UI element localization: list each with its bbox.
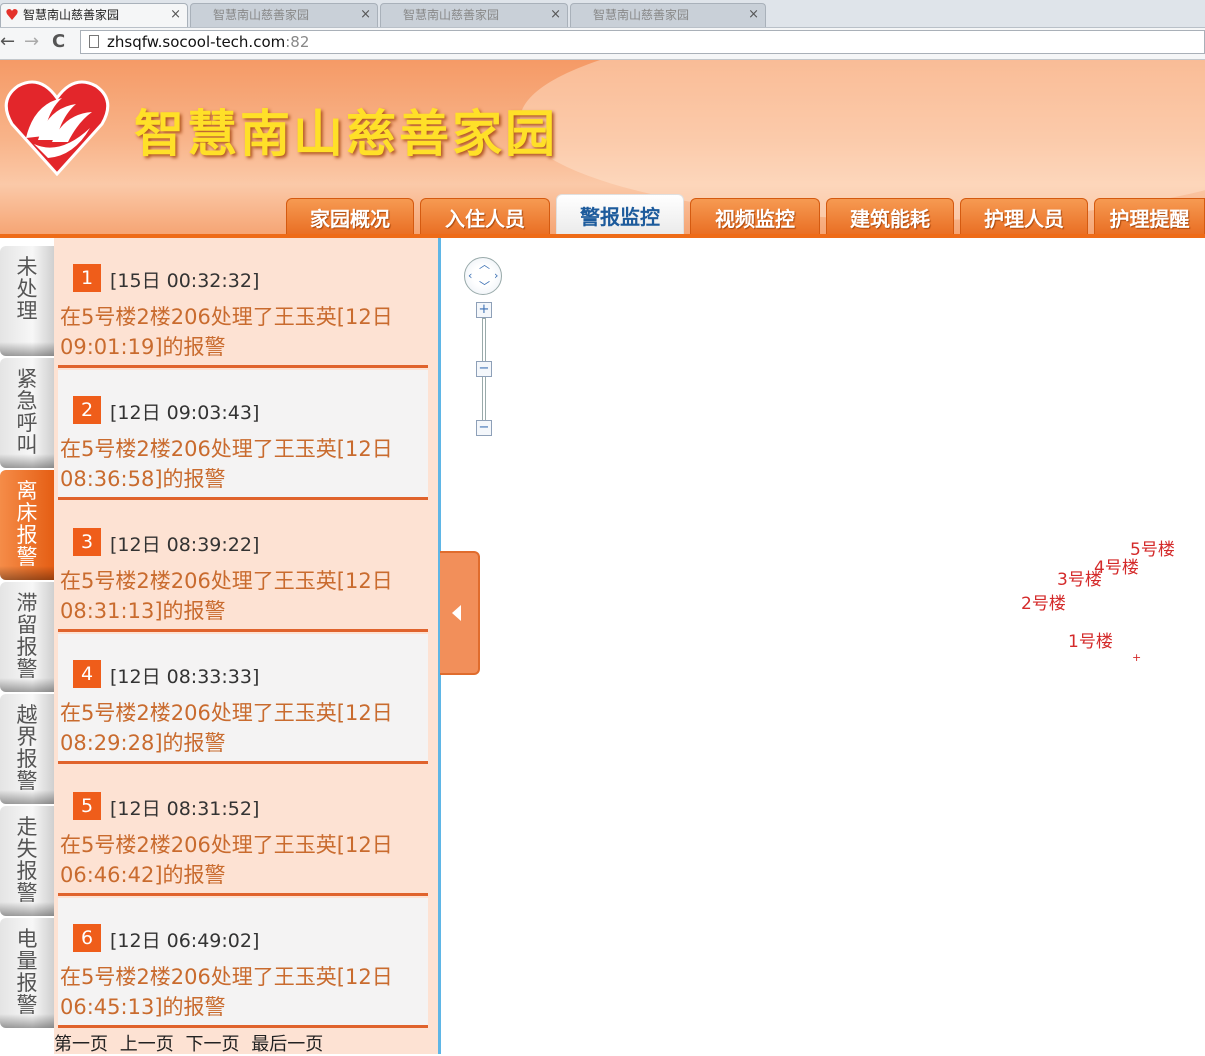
browser-tab-strip: 智慧南山慈善家园 × 智慧南山慈善家园 × 智慧南山慈善家园 × 智慧南山慈善家… (0, 0, 1205, 28)
category-label: 电量报警 (16, 927, 38, 1017)
close-tab-icon[interactable]: × (748, 4, 759, 26)
alarm-description: 在5号楼2楼206处理了王玉英[12日08:36:58]的报警 (60, 437, 393, 491)
zoom-slider-handle[interactable]: − (476, 361, 492, 377)
forward-arrow-icon[interactable]: → (24, 31, 39, 53)
nav-tab-building-energy[interactable]: 建筑能耗 (826, 198, 954, 238)
nav-tab-residents[interactable]: 入住人员 (420, 198, 550, 238)
category-label: 走失报警 (16, 815, 38, 905)
pan-left-icon[interactable]: ‹ (468, 270, 472, 281)
site-title: 智慧南山慈善家园 (134, 104, 558, 163)
alarm-time: [12日 08:33:33] (110, 666, 260, 688)
category-bed-exit-alarm[interactable]: 离床报警 (0, 470, 54, 580)
alarm-number-badge: 1 (73, 264, 101, 292)
alarm-description: 在5号楼2楼206处理了王玉英[12日08:31:13]的报警 (60, 569, 393, 623)
address-bar[interactable]: zhsqfw.socool-tech.com:82 (80, 30, 1205, 54)
pager-next-link[interactable]: 下一页 (185, 1034, 239, 1055)
alarm-description: 在5号楼2楼206处理了王玉英[12日08:29:28]的报警 (60, 701, 393, 755)
map-marker-icon[interactable]: + (1132, 651, 1141, 664)
alarm-description: 在5号楼2楼206处理了王玉英[12日06:45:13]的报警 (60, 965, 393, 1019)
building-1-label[interactable]: 1号楼 (1068, 627, 1113, 652)
category-label: 滞留报警 (16, 591, 38, 681)
alarm-item[interactable]: 5 [12日 08:31:52] 在5号楼2楼206处理了王玉英[12日06:4… (58, 766, 428, 896)
browser-tab-active[interactable]: 智慧南山慈善家园 × (0, 3, 188, 27)
pan-right-icon[interactable]: › (494, 270, 498, 281)
browser-tab[interactable]: 智慧南山慈善家园 × (190, 3, 378, 27)
zoom-in-button[interactable]: + (476, 302, 492, 318)
close-tab-icon[interactable]: × (360, 4, 371, 26)
pager-last-link[interactable]: 最后一页 (251, 1034, 323, 1055)
alarm-item[interactable]: 3 [12日 08:39:22] 在5号楼2楼206处理了王玉英[12日08:3… (58, 502, 428, 632)
alarm-item[interactable]: 1 [15日 00:32:32] 在5号楼2楼206处理了王玉英[12日09:0… (58, 238, 428, 368)
pager-first-link[interactable]: 第一页 (54, 1034, 108, 1055)
browser-tab-title: 智慧南山慈善家园 (213, 8, 310, 22)
alarm-time: [12日 09:03:43] (110, 402, 260, 424)
category-boundary-alarm[interactable]: 越界报警 (0, 694, 54, 804)
alarm-number-badge: 3 (73, 528, 101, 556)
category-label: 紧急呼叫 (16, 367, 38, 457)
alarm-time: [12日 08:39:22] (110, 534, 260, 556)
close-tab-icon[interactable]: × (550, 4, 561, 26)
page-icon (89, 35, 99, 48)
category-label: 离床报警 (16, 479, 38, 569)
category-battery-alarm[interactable]: 电量报警 (0, 918, 54, 1028)
alarm-number-badge: 6 (73, 924, 101, 952)
alarm-time: [12日 06:49:02] (110, 930, 260, 952)
alarm-number-badge: 4 (73, 660, 101, 688)
alarm-category-tabs: 未处理 紧急呼叫 离床报警 滞留报警 越界报警 走失报警 电量报警 (0, 238, 54, 1054)
zoom-out-button[interactable]: − (476, 420, 492, 436)
browser-tab[interactable]: 智慧南山慈善家园 × (570, 3, 766, 27)
nav-tab-care-reminders[interactable]: 护理提醒 (1094, 198, 1205, 238)
nav-tab-video-monitoring[interactable]: 视频监控 (690, 198, 820, 238)
category-wander-alarm[interactable]: 走失报警 (0, 806, 54, 916)
alarm-time: [15日 00:32:32] (110, 270, 260, 292)
category-stay-alarm[interactable]: 滞留报警 (0, 582, 54, 692)
alarm-item[interactable]: 4 [12日 08:33:33] 在5号楼2楼206处理了王玉英[12日08:2… (58, 634, 428, 764)
category-unprocessed[interactable]: 未处理 (0, 246, 54, 356)
map-area[interactable]: ︿ ﹀ ‹ › + − − 5号楼 4号楼 3号楼 2号楼 1号楼 + (441, 238, 1205, 1054)
url-host: zhsqfw.socool-tech.com (107, 33, 286, 51)
charity-heart-logo-icon (4, 80, 110, 176)
alarm-item[interactable]: 2 [12日 09:03:43] 在5号楼2楼206处理了王玉英[12日08:3… (58, 370, 428, 500)
alarm-list-panel: 1 [15日 00:32:32] 在5号楼2楼206处理了王玉英[12日09:0… (54, 238, 438, 1056)
alarm-item[interactable]: 6 [12日 06:49:02] 在5号楼2楼206处理了王玉英[12日06:4… (58, 898, 428, 1028)
site-favicon-icon (6, 9, 18, 20)
site-header: 智慧南山慈善家园 家园概况 入住人员 警报监控 视频监控 建筑能耗 护理人员 护… (0, 60, 1205, 238)
alarm-time: [12日 08:31:52] (110, 798, 260, 820)
pan-up-icon[interactable]: ︿ (479, 259, 490, 270)
category-emergency-call[interactable]: 紧急呼叫 (0, 358, 54, 468)
collapse-panel-button[interactable] (440, 551, 480, 675)
alarm-number-badge: 2 (73, 396, 101, 424)
url-port: :82 (285, 33, 310, 51)
browser-tab-title: 智慧南山慈善家园 (403, 8, 500, 22)
alarm-description: 在5号楼2楼206处理了王玉英[12日06:46:42]的报警 (60, 833, 393, 887)
browser-tab[interactable]: 智慧南山慈善家园 × (380, 3, 568, 27)
main-nav: 家园概况 入住人员 警报监控 视频监控 建筑能耗 护理人员 护理提醒 (0, 194, 1205, 238)
browser-toolbar: ← → C zhsqfw.socool-tech.com:82 (0, 28, 1205, 60)
alarm-description: 在5号楼2楼206处理了王玉英[12日09:01:19]的报警 (60, 305, 393, 359)
category-label: 未处理 (16, 255, 38, 323)
reload-icon[interactable]: C (52, 31, 65, 53)
category-label: 越界报警 (16, 703, 38, 793)
pagination: 第一页 上一页 下一页 最后一页 (54, 1030, 329, 1056)
map-pan-control[interactable]: ︿ ﹀ ‹ › (464, 257, 502, 295)
chevron-left-icon (452, 605, 461, 621)
back-arrow-icon[interactable]: ← (0, 31, 15, 53)
nav-tab-caregivers[interactable]: 护理人员 (960, 198, 1088, 238)
building-3-label[interactable]: 3号楼 (1057, 565, 1102, 590)
close-tab-icon[interactable]: × (170, 4, 181, 26)
pager-prev-link[interactable]: 上一页 (120, 1034, 174, 1055)
building-2-label[interactable]: 2号楼 (1021, 589, 1066, 614)
browser-tab-title: 智慧南山慈善家园 (593, 8, 690, 22)
browser-tab-title: 智慧南山慈善家园 (23, 8, 120, 22)
pan-down-icon[interactable]: ﹀ (479, 281, 490, 292)
nav-tab-overview[interactable]: 家园概况 (286, 198, 414, 238)
nav-tab-alarm-monitoring[interactable]: 警报监控 (556, 194, 684, 238)
alarm-number-badge: 5 (73, 792, 101, 820)
